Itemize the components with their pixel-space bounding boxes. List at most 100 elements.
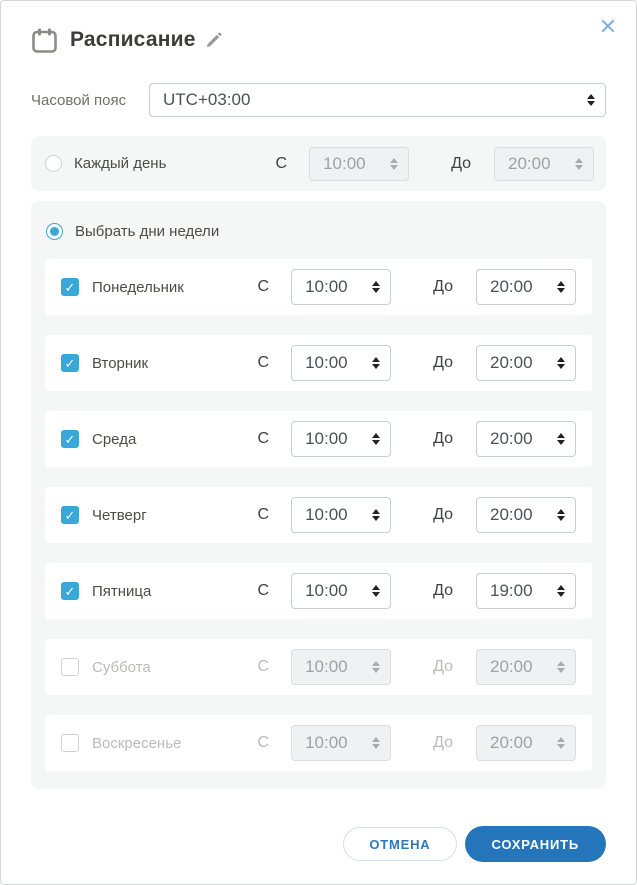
- from-label: С: [258, 734, 270, 752]
- dialog-title: Расписание: [70, 28, 196, 52]
- everyday-to-select: 20:00: [494, 147, 594, 181]
- day-label: Среда: [92, 431, 136, 448]
- day-row-monday: ✓ Понедельник С 10:00 До 20:00: [45, 259, 592, 315]
- day-label: Пятница: [92, 583, 151, 600]
- dialog-footer: ОТМЕНА СОХРАНИТЬ: [31, 826, 606, 862]
- to-label: До: [433, 734, 453, 752]
- everyday-from-select: 10:00: [309, 147, 409, 181]
- to-time-select[interactable]: 20:00: [476, 269, 576, 305]
- check-icon: ✓: [65, 357, 76, 370]
- to-label: До: [433, 506, 453, 524]
- weekdays-section: Выбрать дни недели ✓ Понедельник С 10:00…: [31, 201, 606, 789]
- day-checkbox[interactable]: [61, 658, 79, 676]
- select-arrows-icon: [557, 281, 565, 293]
- to-time-value: 20:00: [490, 733, 549, 753]
- to-time-value: 19:00: [490, 581, 549, 601]
- from-time-value: 10:00: [305, 733, 364, 753]
- to-time-select[interactable]: 20:00: [476, 497, 576, 533]
- everyday-times: С 10:00 До 20:00: [276, 147, 594, 181]
- from-label: С: [258, 658, 270, 676]
- to-time-select[interactable]: 20:00: [476, 421, 576, 457]
- from-label: С: [258, 506, 270, 524]
- day-label: Понедельник: [92, 279, 184, 296]
- day-checkbox[interactable]: [61, 734, 79, 752]
- save-button[interactable]: СОХРАНИТЬ: [465, 826, 607, 862]
- from-time-select[interactable]: 10:00: [291, 497, 391, 533]
- select-arrows-icon: [557, 585, 565, 597]
- to-label: До: [451, 155, 471, 173]
- select-arrows-icon: [372, 357, 380, 369]
- to-label: До: [433, 278, 453, 296]
- from-time-value: 10:00: [305, 581, 364, 601]
- day-row-tuesday: ✓ Вторник С 10:00 До 20:00: [45, 335, 592, 391]
- to-time-select[interactable]: 20:00: [476, 345, 576, 381]
- check-icon: ✓: [65, 433, 76, 446]
- from-time-value: 10:00: [305, 277, 364, 297]
- day-label: Воскресенье: [92, 735, 181, 752]
- weekdays-radio[interactable]: [46, 223, 63, 240]
- from-time-value: 10:00: [305, 353, 364, 373]
- from-time-select[interactable]: 10:00: [291, 345, 391, 381]
- to-label: До: [433, 582, 453, 600]
- timezone-row: Часовой пояс UTC+03:00: [31, 83, 606, 117]
- everyday-section: Каждый день С 10:00 До 20:00: [31, 136, 606, 191]
- select-arrows-icon: [557, 433, 565, 445]
- to-label: До: [433, 354, 453, 372]
- select-arrows-icon: [372, 433, 380, 445]
- day-checkbox[interactable]: ✓: [61, 506, 79, 524]
- select-arrows-icon: [372, 737, 380, 749]
- day-row-thursday: ✓ Четверг С 10:00 До 20:00: [45, 487, 592, 543]
- weekdays-option-row: Выбрать дни недели: [45, 215, 592, 247]
- day-checkbox[interactable]: ✓: [61, 354, 79, 372]
- from-time-select[interactable]: 10:00: [291, 573, 391, 609]
- day-checkbox[interactable]: ✓: [61, 582, 79, 600]
- select-arrows-icon: [390, 158, 398, 170]
- from-label: С: [276, 155, 288, 173]
- from-time-value: 10:00: [305, 429, 364, 449]
- day-row-friday: ✓ Пятница С 10:00 До 19:00: [45, 563, 592, 619]
- check-icon: ✓: [65, 585, 76, 598]
- day-checkbox[interactable]: ✓: [61, 430, 79, 448]
- to-time-value: 20:00: [490, 657, 549, 677]
- to-time-value: 20:00: [490, 353, 549, 373]
- select-arrows-icon: [587, 94, 595, 106]
- select-arrows-icon: [557, 737, 565, 749]
- cancel-button[interactable]: ОТМЕНА: [343, 827, 456, 861]
- timezone-value: UTC+03:00: [163, 90, 579, 110]
- select-arrows-icon: [372, 585, 380, 597]
- select-arrows-icon: [557, 509, 565, 521]
- weekdays-label: Выбрать дни недели: [75, 223, 219, 240]
- close-icon[interactable]: ✕: [594, 13, 622, 41]
- check-icon: ✓: [65, 281, 76, 294]
- to-label: До: [433, 430, 453, 448]
- to-time-value: 20:00: [490, 429, 549, 449]
- from-time-value: 10:00: [305, 505, 364, 525]
- to-time-select[interactable]: 19:00: [476, 573, 576, 609]
- day-checkbox[interactable]: ✓: [61, 278, 79, 296]
- everyday-from-value: 10:00: [323, 154, 382, 174]
- to-time-value: 20:00: [490, 277, 549, 297]
- select-arrows-icon: [575, 158, 583, 170]
- everyday-to-value: 20:00: [508, 154, 567, 174]
- timezone-select[interactable]: UTC+03:00: [149, 83, 606, 117]
- select-arrows-icon: [372, 509, 380, 521]
- from-label: С: [258, 430, 270, 448]
- from-time-select: 10:00: [291, 649, 391, 685]
- timezone-label: Часовой пояс: [31, 92, 149, 109]
- schedule-dialog: Расписание ✕ Часовой пояс UTC+03:00 Кажд…: [0, 0, 637, 885]
- everyday-radio[interactable]: [45, 155, 62, 172]
- select-arrows-icon: [557, 357, 565, 369]
- day-row-saturday: Суббота С 10:00 До 20:00: [45, 639, 592, 695]
- from-label: С: [258, 582, 270, 600]
- select-arrows-icon: [557, 661, 565, 673]
- select-arrows-icon: [372, 281, 380, 293]
- day-label: Четверг: [92, 507, 147, 524]
- to-time-select: 20:00: [476, 725, 576, 761]
- from-time-select[interactable]: 10:00: [291, 421, 391, 457]
- day-row-wednesday: ✓ Среда С 10:00 До 20:00: [45, 411, 592, 467]
- from-time-select[interactable]: 10:00: [291, 269, 391, 305]
- edit-pencil-icon[interactable]: [205, 31, 223, 49]
- day-label: Вторник: [92, 355, 148, 372]
- select-arrows-icon: [372, 661, 380, 673]
- from-label: С: [258, 354, 270, 372]
